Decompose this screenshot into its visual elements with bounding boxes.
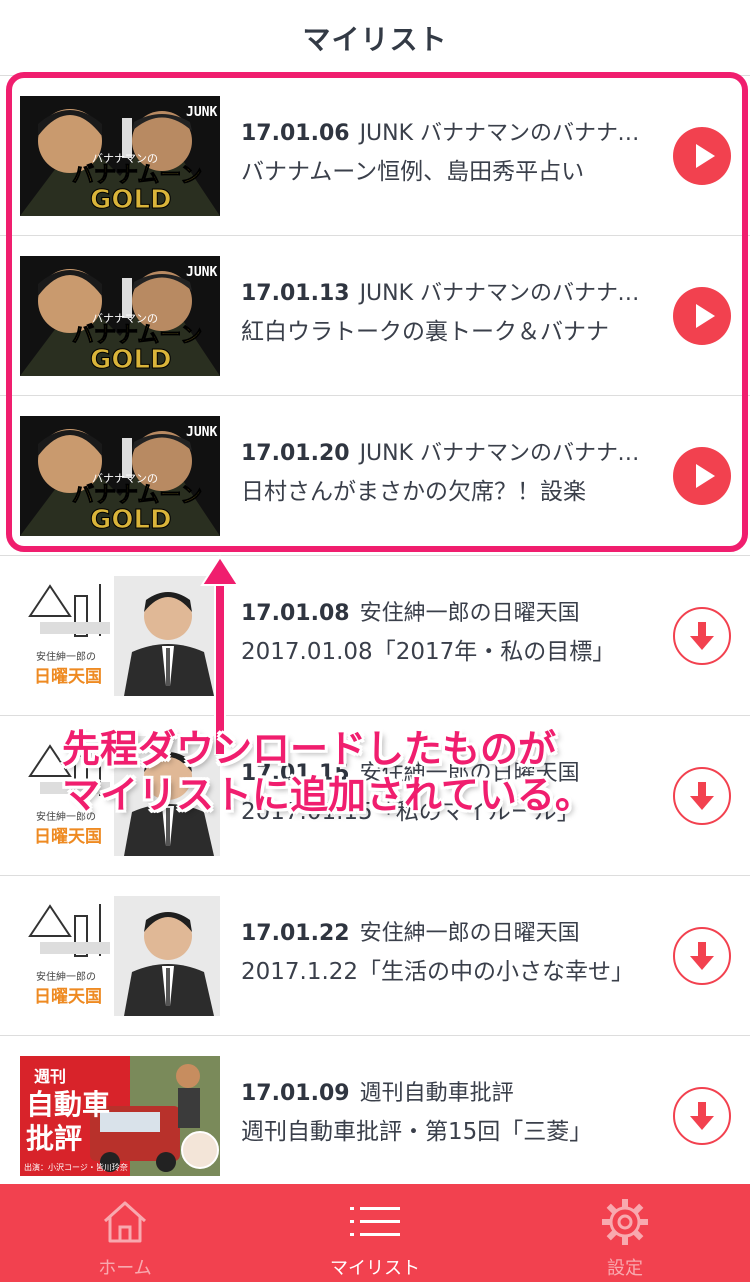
gear-icon: [602, 1199, 648, 1245]
tab-home-label: ホーム: [98, 1258, 152, 1279]
annotation-line-1: 先程ダウンロードしたものが: [62, 727, 557, 771]
tab-settings-label: 設定: [607, 1258, 643, 1279]
item-text: 17.01.22 安住紳一郎の日曜天国 2017.1.22「生活の中の小さな幸せ」: [241, 918, 661, 992]
play-icon: [696, 304, 715, 328]
thumb-top-text: 週刊: [34, 1067, 66, 1086]
item-program: 安住紳一郎の日曜天国: [359, 601, 580, 626]
item-date: 17.01.20: [241, 441, 350, 466]
tab-mylist[interactable]: マイリスト: [250, 1184, 500, 1282]
home-icon: [103, 1201, 147, 1243]
junk-logo: JUNK: [186, 425, 217, 440]
tab-settings[interactable]: 設定: [500, 1184, 750, 1282]
list-item[interactable]: バナナマンの バナナムーン GOLD JUNK 17.01.13 JUNK バナナ…: [0, 236, 750, 396]
thumb-cast-text: 出演：小沢コージ・皆川玲奈: [24, 1162, 128, 1172]
download-button[interactable]: [673, 1087, 731, 1145]
play-button[interactable]: [673, 287, 731, 345]
item-program: JUNK バナナマンのバナナムーンGOLD: [359, 441, 661, 466]
item-text: 17.01.06 JUNK バナナマンのバナナムーンGOLD バナナムーン恒例、島…: [241, 118, 661, 192]
jidosha-thumbnail: 週刊 自動車 批評 出演：小沢コージ・皆川玲奈: [20, 1056, 220, 1176]
thumb-gold-text: GOLD: [90, 185, 172, 215]
bananaman-thumbnail: バナナマンの バナナムーン GOLD JUNK: [20, 416, 220, 536]
download-arrow-icon: [690, 782, 714, 810]
list-icon: [350, 1207, 400, 1236]
item-program: 週刊自動車批評: [359, 1081, 514, 1106]
azumi-thumbnail: 安住紳一郎の 日曜天国: [20, 576, 220, 696]
tab-mylist-label: マイリスト: [330, 1258, 420, 1279]
item-episode: 日村さんがまさかの欠席？！設楽: [241, 479, 586, 505]
navigation-bar: マイリスト: [0, 0, 750, 76]
item-text: 17.01.13 JUNK バナナマンのバナナムーンGOLD 紅白ウラトークの裏ト…: [241, 278, 661, 352]
play-icon: [696, 464, 715, 488]
annotation-arrow-icon: [200, 555, 240, 755]
item-date: 17.01.22: [241, 921, 350, 946]
list-item[interactable]: バナナマンの バナナムーン GOLD JUNK 17.01.06 JUNK バナナ…: [0, 76, 750, 236]
thumb-small-text: 安住紳一郎の: [36, 970, 96, 983]
download-arrow-icon: [690, 1102, 714, 1130]
item-program: JUNK バナナマンのバナナムーンGOLD: [359, 121, 661, 146]
thumb-title-text: 日曜天国: [34, 827, 102, 847]
download-button[interactable]: [673, 607, 731, 665]
item-text: 17.01.09 週刊自動車批評 週刊自動車批評・第15回「三菱」: [241, 1078, 661, 1152]
tab-home[interactable]: ホーム: [0, 1184, 250, 1282]
item-date: 17.01.06: [241, 121, 350, 146]
item-text: 17.01.08 安住紳一郎の日曜天国 2017.01.08「2017年・私の目標…: [241, 598, 661, 672]
junk-logo: JUNK: [186, 265, 217, 280]
item-episode: 2017.01.08「2017年・私の目標」: [241, 639, 616, 665]
item-text: 17.01.20 JUNK バナナマンのバナナムーンGOLD 日村さんがまさかの欠…: [241, 438, 661, 512]
thumb-title-text: 日曜天国: [34, 667, 102, 687]
download-arrow-icon: [690, 622, 714, 650]
item-episode: 2017.1.22「生活の中の小さな幸せ」: [241, 959, 635, 985]
item-episode: バナナムーン恒例、島田秀平占い: [241, 159, 585, 185]
thumb-gold-text: GOLD: [90, 505, 172, 535]
list-item[interactable]: 安住紳一郎の 日曜天国 17.01.08 安住紳一郎の日曜天国 2017.01.0…: [0, 556, 750, 716]
bananaman-thumbnail: バナナマンの バナナムーン GOLD JUNK: [20, 96, 220, 216]
download-button[interactable]: [673, 927, 731, 985]
item-date: 17.01.13: [241, 281, 350, 306]
annotation-line-2: マイリストに追加されている。: [62, 773, 593, 817]
play-button[interactable]: [673, 127, 731, 185]
annotation-text: 先程ダウンロードしたものが マイリストに追加されている。: [62, 726, 682, 818]
junk-logo: JUNK: [186, 105, 217, 120]
play-icon: [696, 144, 715, 168]
bananaman-thumbnail: バナナマンの バナナムーン GOLD JUNK: [20, 256, 220, 376]
list-item[interactable]: 週刊 自動車 批評 出演：小沢コージ・皆川玲奈 17.01.09 週刊自動車批評 …: [0, 1036, 750, 1196]
thumb-small-text: 安住紳一郎の: [36, 650, 96, 663]
list-item[interactable]: 安住紳一郎の 日曜天国 17.01.22 安住紳一郎の日曜天国 2017.1.22…: [0, 876, 750, 1036]
item-episode: 週刊自動車批評・第15回「三菱」: [241, 1119, 593, 1145]
item-date: 17.01.09: [241, 1081, 350, 1106]
tab-bar: ホーム マイリスト 設定: [0, 1184, 750, 1282]
download-arrow-icon: [690, 942, 714, 970]
play-button[interactable]: [673, 447, 731, 505]
page-title: マイリスト: [302, 22, 448, 56]
item-episode: 紅白ウラトークの裏トーク＆バナナ: [241, 319, 609, 345]
thumb-title-text: 日曜天国: [34, 987, 102, 1007]
thumb-mid-text: 自動車: [26, 1088, 110, 1121]
thumb-gold-text: GOLD: [90, 345, 172, 375]
item-date: 17.01.08: [241, 601, 350, 626]
thumb-bot-text: 批評: [26, 1122, 82, 1155]
item-program: 安住紳一郎の日曜天国: [359, 921, 580, 946]
list-item[interactable]: バナナマンの バナナムーン GOLD JUNK 17.01.20 JUNK バナナ…: [0, 396, 750, 556]
azumi-thumbnail: 安住紳一郎の 日曜天国: [20, 896, 220, 1016]
item-program: JUNK バナナマンのバナナムーンGOLD: [359, 281, 661, 306]
